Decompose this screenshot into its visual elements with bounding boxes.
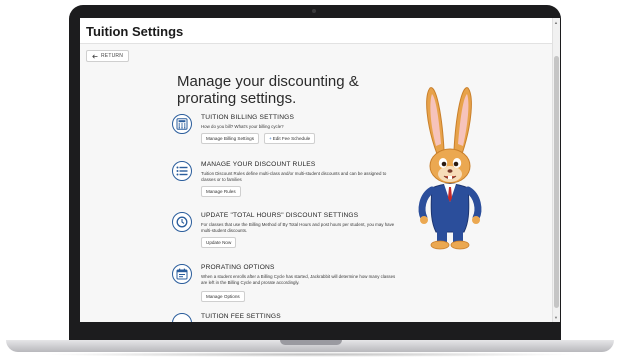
manage-rules-button[interactable]: Manage Rules	[201, 186, 241, 197]
section-title: UPDATE "TOTAL HOURS" DISCOUNT SETTINGS	[201, 212, 359, 219]
scroll-thumb[interactable]	[554, 56, 559, 308]
clock-icon	[172, 212, 192, 232]
page-title: Tuition Settings	[86, 24, 184, 39]
plus-icon: +	[269, 136, 272, 141]
chevron-up-icon[interactable]: ▲	[554, 20, 558, 25]
update-now-button[interactable]: Update Now	[201, 237, 237, 248]
calculator-icon	[172, 114, 192, 134]
button-label: Manage Options	[206, 294, 240, 299]
laptop-notch	[280, 340, 342, 345]
section-title: TUITION FEE SETTINGS	[201, 313, 281, 320]
section-description: How do you bill? What's your billing cyc…	[201, 124, 284, 129]
section-title: PRORATING OPTIONS	[201, 264, 275, 271]
camera-dot	[312, 9, 316, 13]
section-title: MANAGE YOUR DISCOUNT RULES	[201, 161, 316, 168]
vertical-scrollbar[interactable]: ▲ ▼	[552, 18, 560, 322]
laptop-shadow	[40, 352, 580, 357]
button-label: Edit Fee Schedule	[272, 136, 311, 141]
page-heading: Manage your discounting & prorating sett…	[177, 73, 359, 107]
dollar-icon	[172, 313, 192, 322]
return-button[interactable]: RETURN	[86, 50, 130, 62]
screen: Tuition Settings RETURN Manage your disc…	[80, 18, 560, 322]
chevron-down-icon[interactable]: ▼	[554, 315, 558, 320]
button-label: Manage Rules	[206, 189, 236, 194]
manage-billing-settings-button[interactable]: Manage Billing Settings	[201, 133, 260, 144]
calendar-icon	[172, 264, 192, 284]
section-description: For classes that use the Billing Method …	[201, 222, 395, 233]
section-title: TUITION BILLING SETTINGS	[201, 114, 295, 121]
manage-options-button[interactable]: Manage Options	[201, 291, 245, 302]
button-label: Update Now	[206, 240, 232, 245]
list-icon	[172, 161, 192, 181]
rabbit-mascot	[418, 87, 482, 250]
return-label: RETURN	[101, 53, 124, 59]
main-content: RETURN Manage your discounting & prorati…	[80, 44, 552, 322]
button-label: Manage Billing Settings	[206, 136, 255, 141]
edit-fee-schedule-button[interactable]: + Edit Fee Schedule	[264, 133, 316, 144]
app-header: Tuition Settings	[80, 18, 552, 44]
section-description: When a student enrolls after a Billing C…	[201, 274, 396, 285]
arrow-left-icon	[92, 54, 98, 58]
section-description: Tuition Discount Rules define multi-clas…	[201, 171, 387, 182]
